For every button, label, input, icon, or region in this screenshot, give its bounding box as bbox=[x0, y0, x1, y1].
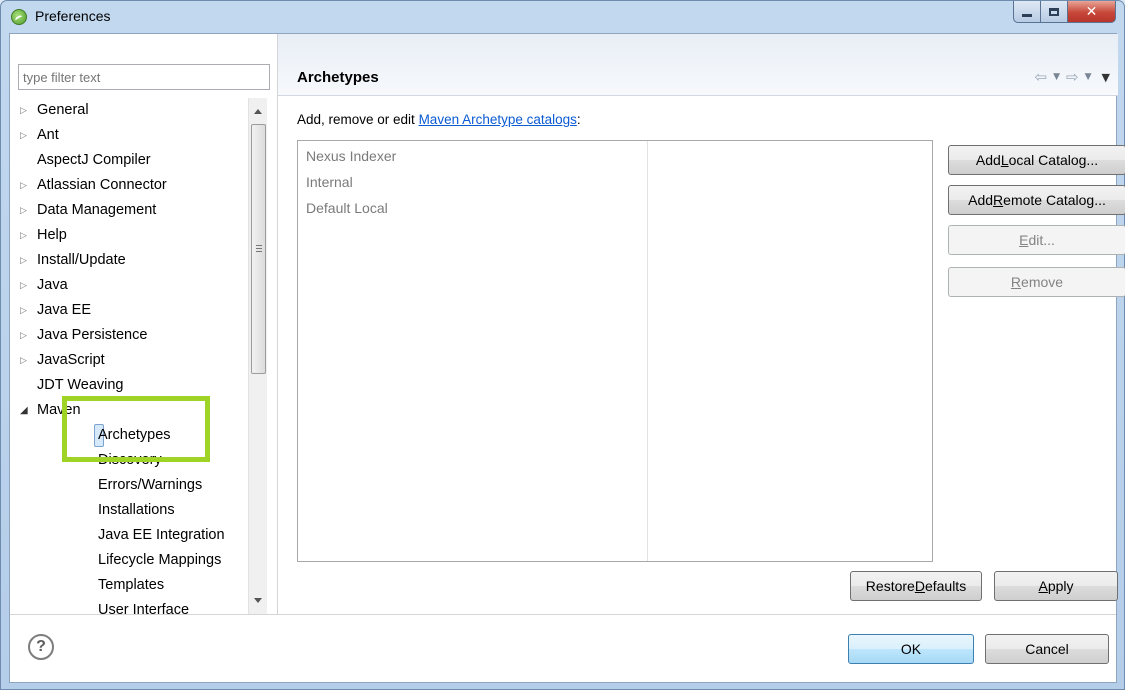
tree-item-label: User Interface bbox=[98, 602, 190, 614]
title-bar[interactable]: Preferences ✕ bbox=[1, 1, 1124, 33]
button-label: emote Catalog... bbox=[1003, 192, 1106, 208]
tree-item-label: Help bbox=[37, 227, 67, 243]
button-label: Restore bbox=[865, 578, 915, 594]
minimize-icon bbox=[1022, 14, 1032, 17]
grip-icon bbox=[256, 245, 262, 252]
expand-arrow-icon[interactable]: ▷ bbox=[20, 223, 34, 248]
dialog-client-area: ▷ General ▷ Ant AspectJ Compiler ▷ Atlas… bbox=[9, 33, 1125, 683]
tree-item-label: Errors/Warnings bbox=[98, 477, 203, 493]
button-label: ocal Catalog... bbox=[1008, 152, 1099, 168]
tree-item-label: Install/Update bbox=[37, 252, 126, 268]
page-header: Archetypes ⇦ ▼ ⇨ ▼ ▼ bbox=[278, 34, 1118, 96]
button-label: emove bbox=[1021, 274, 1064, 290]
preference-page: Archetypes ⇦ ▼ ⇨ ▼ ▼ Add, remove or edit… bbox=[277, 34, 1125, 614]
forward-arrow-icon[interactable]: ⇨ bbox=[1066, 68, 1079, 86]
expand-arrow-icon bbox=[20, 148, 34, 173]
expand-arrow-icon[interactable]: ▷ bbox=[20, 198, 34, 223]
tree-item-label: Java bbox=[37, 277, 68, 293]
catalog-item-internal[interactable]: Internal bbox=[306, 169, 353, 195]
page-description: Add, remove or edit Maven Archetype cata… bbox=[297, 112, 581, 127]
footer-separator bbox=[10, 614, 1116, 615]
spring-app-icon bbox=[11, 9, 27, 25]
catalog-list[interactable]: Nexus Indexer Internal Default Local bbox=[297, 140, 933, 562]
expand-arrow-icon[interactable]: ▷ bbox=[20, 298, 34, 323]
mnemonic: D bbox=[914, 578, 925, 594]
expand-arrow-icon[interactable]: ▷ bbox=[20, 273, 34, 298]
expand-arrow-icon[interactable]: ▷ bbox=[20, 323, 34, 348]
mnemonic: R bbox=[1010, 274, 1022, 290]
button-label: Add bbox=[975, 152, 1001, 168]
catalog-item-default-local[interactable]: Default Local bbox=[306, 195, 388, 221]
expand-arrow-icon[interactable]: ▷ bbox=[20, 173, 34, 198]
mnemonic: L bbox=[1000, 152, 1009, 168]
close-button[interactable]: ✕ bbox=[1068, 1, 1116, 23]
add-local-catalog-button[interactable]: Add Local Catalog... bbox=[948, 145, 1125, 175]
button-label: pply bbox=[1047, 578, 1074, 594]
catalog-item-nexus-indexer[interactable]: Nexus Indexer bbox=[306, 143, 396, 169]
maximize-icon bbox=[1049, 7, 1059, 16]
remove-button[interactable]: Remove bbox=[948, 267, 1125, 297]
tree-item-label: Atlassian Connector bbox=[37, 177, 167, 193]
expand-arrow-icon bbox=[20, 373, 34, 398]
forward-history-dropdown-icon[interactable]: ▼ bbox=[1085, 72, 1092, 82]
tree-item-label: Lifecycle Mappings bbox=[98, 552, 222, 568]
back-arrow-icon[interactable]: ⇦ bbox=[1035, 68, 1048, 86]
description-suffix: : bbox=[576, 112, 581, 127]
expand-arrow-icon[interactable]: ▷ bbox=[20, 348, 34, 373]
tree-item-label: Templates bbox=[98, 577, 165, 593]
mnemonic: A bbox=[1038, 578, 1048, 594]
tree-item-label: JavaScript bbox=[37, 352, 105, 368]
mnemonic: E bbox=[1019, 232, 1029, 248]
tree-item-label: Java Persistence bbox=[37, 327, 148, 343]
page-title: Archetypes bbox=[297, 69, 379, 86]
apply-button[interactable]: Apply bbox=[994, 571, 1118, 601]
preferences-window: Preferences ✕ ▷ General ▷ Ant Asp bbox=[0, 0, 1125, 690]
expand-arrow-icon[interactable]: ▷ bbox=[20, 248, 34, 273]
scrollbar-thumb[interactable] bbox=[251, 124, 266, 374]
minimize-button[interactable] bbox=[1013, 1, 1041, 23]
cancel-button[interactable]: Cancel bbox=[985, 634, 1109, 664]
tree-scrollbar[interactable] bbox=[248, 98, 267, 614]
back-history-dropdown-icon[interactable]: ▼ bbox=[1053, 72, 1060, 82]
button-label: efaults bbox=[924, 578, 967, 594]
annotation-highlight-box bbox=[62, 396, 210, 462]
tree-item-label: Ant bbox=[37, 127, 59, 143]
window-title: Preferences bbox=[35, 8, 111, 24]
expand-arrow-icon[interactable]: ▷ bbox=[20, 123, 34, 148]
archetype-catalogs-link[interactable]: Maven Archetype catalogs bbox=[419, 112, 577, 127]
tree-item-label: AspectJ Compiler bbox=[37, 152, 151, 168]
collapse-arrow-icon[interactable]: ◢ bbox=[20, 398, 34, 423]
button-label: dit... bbox=[1028, 232, 1055, 248]
button-label: Add bbox=[968, 192, 994, 208]
ok-button[interactable]: OK bbox=[848, 634, 974, 664]
column-separator bbox=[647, 141, 648, 561]
tree-item-label: JDT Weaving bbox=[37, 377, 124, 393]
tree-item-label: Data Management bbox=[37, 202, 157, 218]
filter-input[interactable] bbox=[18, 64, 270, 90]
tree-item-label: General bbox=[37, 102, 89, 118]
add-remote-catalog-button[interactable]: Add Remote Catalog... bbox=[948, 185, 1125, 215]
tree-item-label: Java EE Integration bbox=[98, 527, 225, 543]
tree-item-label: Installations bbox=[98, 502, 175, 518]
description-text: Add, remove or edit bbox=[297, 112, 419, 127]
close-icon: ✕ bbox=[1085, 3, 1098, 20]
scroll-down-icon[interactable] bbox=[254, 598, 262, 603]
scroll-up-icon[interactable] bbox=[254, 109, 262, 114]
page-navigation: ⇦ ▼ ⇨ ▼ ▼ bbox=[1035, 68, 1110, 86]
window-controls: ✕ bbox=[1013, 1, 1116, 23]
preference-tree[interactable]: ▷ General ▷ Ant AspectJ Compiler ▷ Atlas… bbox=[18, 98, 248, 614]
expand-arrow-icon[interactable]: ▷ bbox=[20, 98, 34, 123]
edit-button[interactable]: Edit... bbox=[948, 225, 1125, 255]
restore-defaults-button[interactable]: Restore Defaults bbox=[850, 571, 982, 601]
tree-item-label: Java EE bbox=[37, 302, 91, 318]
view-menu-dropdown-icon[interactable]: ▼ bbox=[1102, 71, 1110, 84]
preference-tree-pane: ▷ General ▷ Ant AspectJ Compiler ▷ Atlas… bbox=[18, 34, 273, 614]
help-icon[interactable]: ? bbox=[28, 634, 54, 660]
maximize-button[interactable] bbox=[1041, 1, 1068, 23]
mnemonic: R bbox=[993, 192, 1004, 208]
